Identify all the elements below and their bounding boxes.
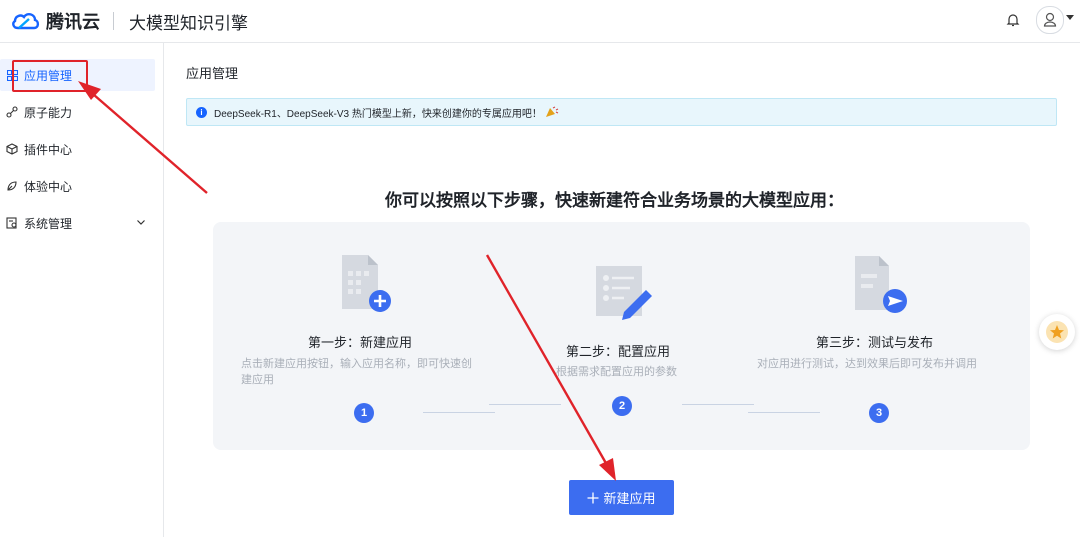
top-header: 腾讯云 大模型知识引擎: [0, 0, 1080, 43]
header-divider: [113, 12, 114, 30]
step-connector: [489, 404, 561, 405]
step-3-number: 3: [869, 403, 889, 423]
cloud-logo-icon: [12, 12, 40, 30]
step-1-title: 第一步：新建应用: [308, 335, 413, 350]
new-app-button[interactable]: 新建应用: [569, 480, 674, 515]
step-2-desc: 根据需求配置应用的参数: [556, 366, 677, 378]
info-icon: i: [196, 106, 207, 118]
step-1-desc: 点击新建应用按钮，输入应用名称，即可快速创建应用: [241, 358, 472, 386]
sidebar: 应用管理 原子能力 插件中心 体验中心 系统管理: [0, 43, 164, 537]
cube-icon: [6, 143, 18, 155]
annotation-arrowhead: [599, 458, 616, 481]
party-popper-icon: [545, 106, 559, 117]
link-icon: [6, 106, 18, 118]
new-document-icon: [342, 255, 391, 312]
new-app-button-label: 新建应用: [603, 491, 656, 506]
step-2-number: 2: [612, 396, 632, 416]
annotation-highlight-box: [12, 60, 88, 92]
config-document-icon: [596, 266, 652, 320]
user-menu-caret-icon[interactable]: [1066, 15, 1074, 20]
brand-name: 腾讯云: [46, 12, 100, 32]
sidebar-item-system-management[interactable]: 系统管理: [0, 207, 155, 239]
star-icon: [1046, 321, 1068, 343]
steps-heading: 你可以按照以下步骤，快速新建符合业务场景的大模型应用：: [385, 191, 844, 210]
settings-doc-icon: [6, 217, 18, 229]
sidebar-item-plugin-center[interactable]: 插件中心: [0, 133, 155, 165]
leaf-icon: [6, 180, 18, 192]
chevron-down-icon[interactable]: [136, 217, 146, 227]
sidebar-item-atomic-capability[interactable]: 原子能力: [0, 96, 155, 128]
sidebar-item-experience-center[interactable]: 体验中心: [0, 170, 155, 202]
step-2-title: 第二步：配置应用: [566, 344, 671, 359]
brand-logo[interactable]: 腾讯云: [10, 8, 100, 34]
step-3-title: 第三步：测试与发布: [816, 335, 934, 350]
user-avatar[interactable]: [1036, 6, 1064, 34]
plus-icon: [587, 492, 599, 503]
product-name: 大模型知识引擎: [129, 14, 248, 33]
step-1-number: 1: [354, 403, 374, 423]
step-connector: [748, 412, 820, 413]
sidebar-item-label: 体验中心: [24, 179, 73, 194]
floating-favorite-button[interactable]: [1039, 314, 1075, 350]
notice-banner: i DeepSeek-R1、DeepSeek-V3 热门模型上新，快来创建你的专…: [186, 98, 1057, 126]
step-3-desc: 对应用进行测试，达到效果后即可发布并调用: [757, 358, 977, 370]
step-connector: [423, 412, 495, 413]
send-document-icon: [855, 256, 907, 313]
bell-icon[interactable]: [1006, 12, 1020, 28]
sidebar-item-label: 原子能力: [24, 105, 73, 120]
step-connector: [682, 404, 754, 405]
notice-text: DeepSeek-R1、DeepSeek-V3 热门模型上新，快来创建你的专属应…: [214, 108, 542, 120]
sidebar-item-label: 插件中心: [24, 142, 73, 157]
page-title: 应用管理: [186, 66, 239, 81]
sidebar-item-label: 系统管理: [24, 216, 73, 231]
user-icon: [1043, 12, 1057, 27]
